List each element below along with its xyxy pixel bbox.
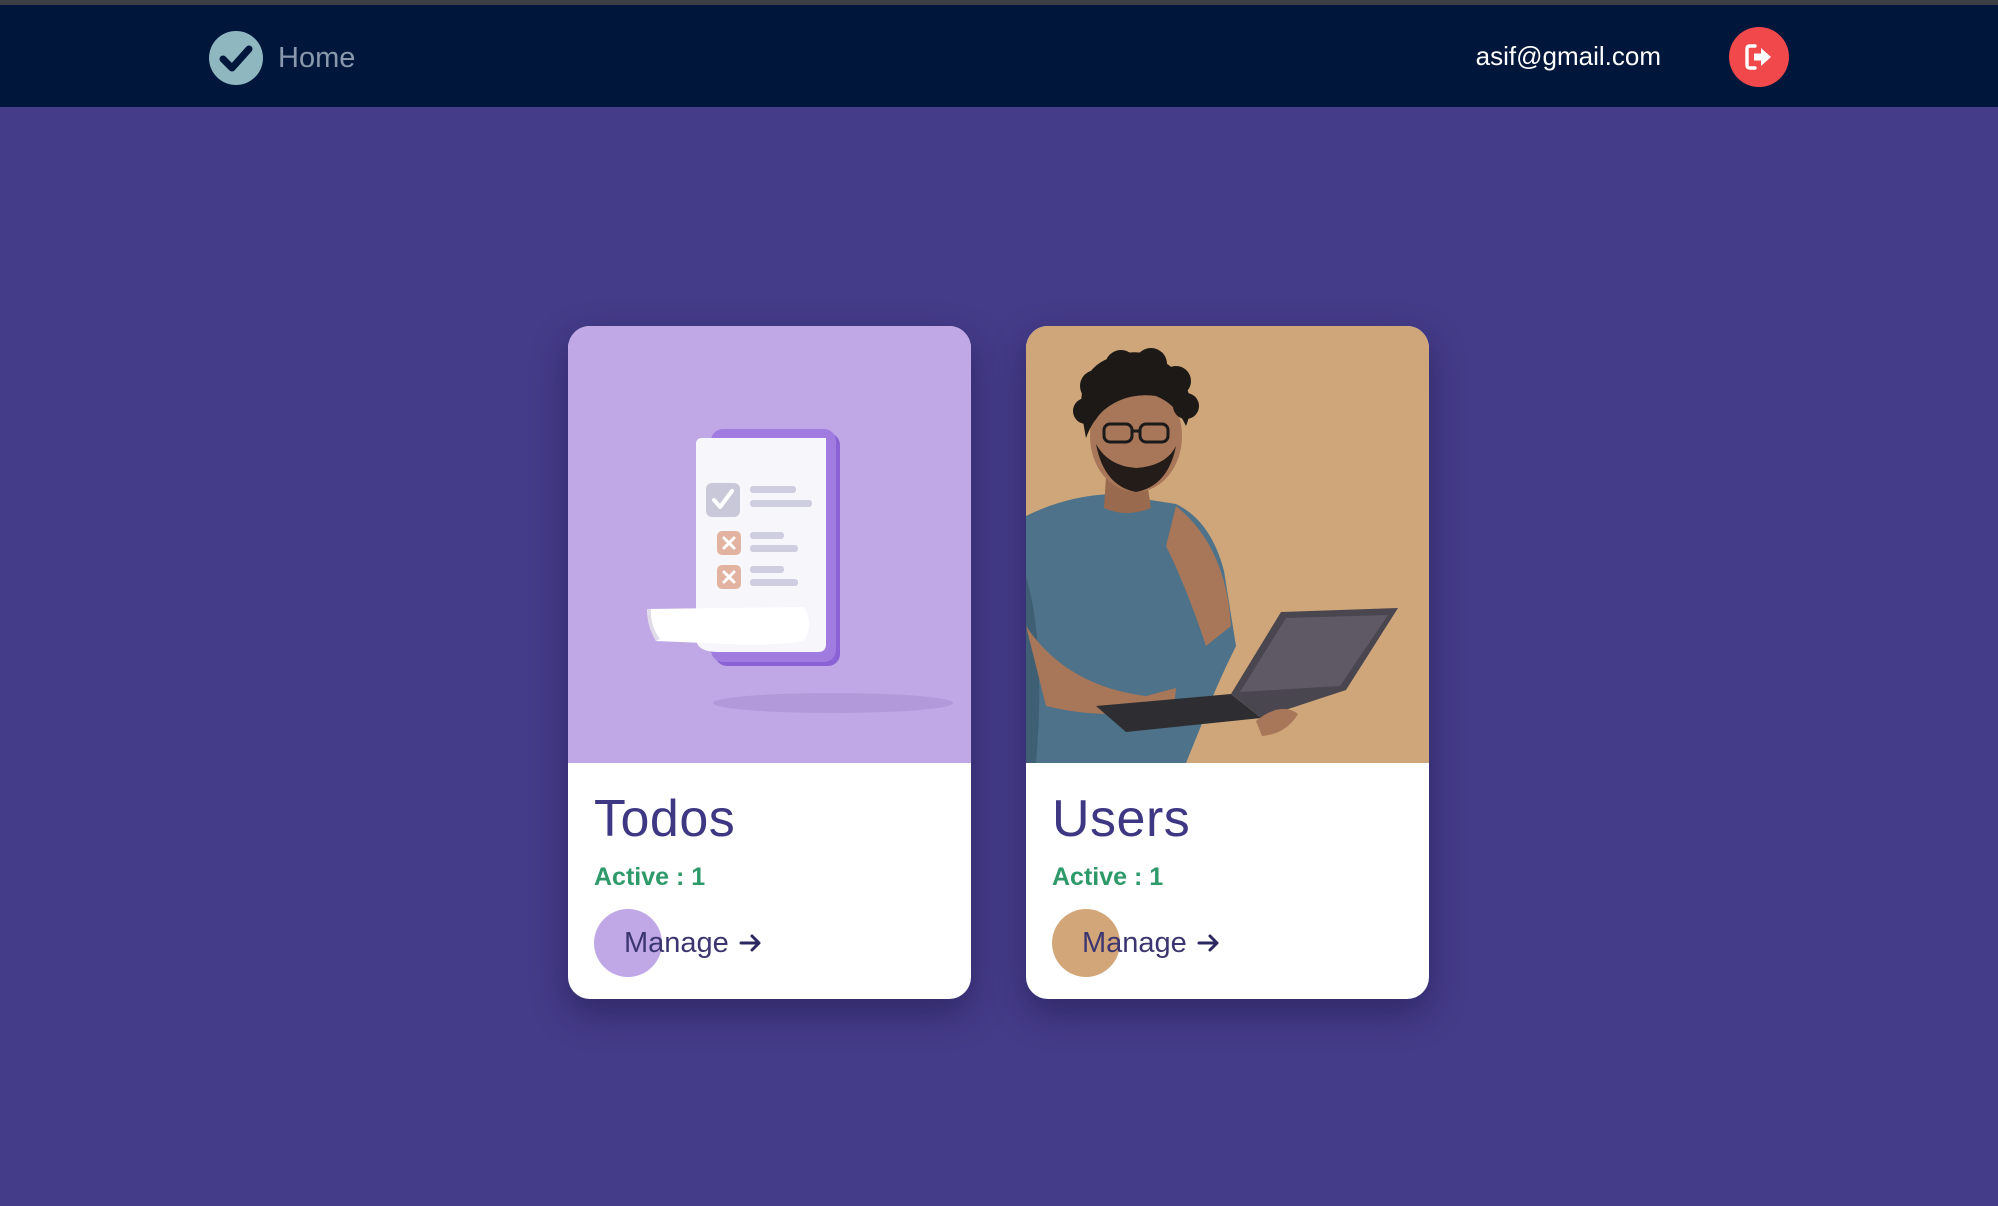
manage-label: Manage [624,926,729,959]
arrow-right-icon [1197,933,1221,953]
navbar: Home asif@gmail.com [0,5,1998,107]
man-holding-laptop-photo [1026,326,1429,763]
home-link[interactable]: Home [209,31,355,85]
users-card-body: Users Active : 1 Manage [1026,763,1429,999]
arrow-right-icon [739,933,763,953]
users-card-title: Users [1052,790,1191,848]
todos-card-title: Todos [594,790,736,848]
home-label: Home [278,41,356,74]
check-circle-icon [209,31,263,85]
users-active-count: Active : 1 [1052,863,1164,891]
logout-button[interactable] [1729,27,1789,87]
todos-manage-link[interactable]: Manage [594,909,763,977]
users-card: Users Active : 1 Manage [1026,326,1429,999]
todo-checklist-illustration [568,326,971,763]
todos-card: Todos Active : 1 Manage [568,326,971,999]
sign-out-icon [1745,44,1771,70]
manage-label: Manage [1082,926,1187,959]
user-email: asif@gmail.com [1475,41,1661,71]
users-manage-link[interactable]: Manage [1052,909,1221,977]
todos-card-body: Todos Active : 1 Manage [568,763,971,999]
todos-active-count: Active : 1 [594,863,706,891]
